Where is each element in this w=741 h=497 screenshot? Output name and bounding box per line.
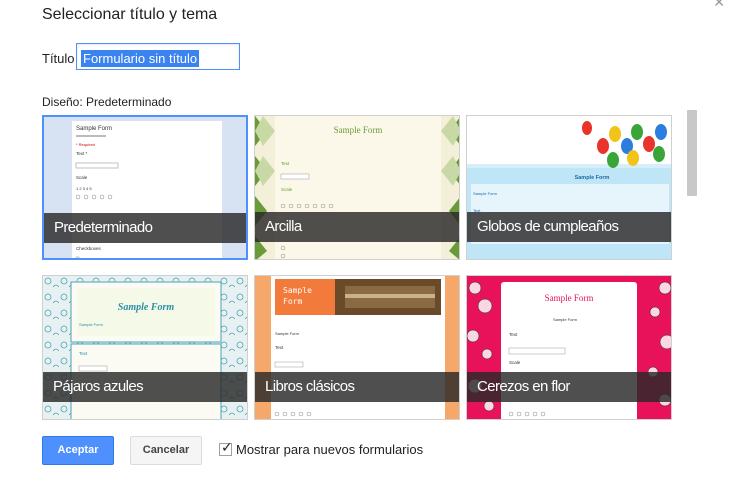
svg-text:Text: Text <box>281 161 290 166</box>
svg-text:Sample Form: Sample Form <box>473 191 498 196</box>
theme-tile-arcilla[interactable]: Sample Form Text Scale Arcilla <box>254 115 460 260</box>
theme-caption: Pájaros azules <box>43 372 247 402</box>
dialog-title: Seleccionar título y tema <box>42 6 218 23</box>
preview-title: Sample Form <box>118 302 175 313</box>
preview-title: Sample Form <box>76 126 112 132</box>
theme-caption: Cerezos en flor <box>467 372 671 402</box>
preview-title: Sample <box>283 286 312 295</box>
cancel-button[interactable]: Cancelar <box>130 436 202 465</box>
title-input-value: Formulario sin título <box>81 50 200 67</box>
theme-tile-cerezos[interactable]: Sample Form Sample Form Text Scale Cerez… <box>466 275 672 420</box>
close-icon[interactable]: ✕ <box>713 0 725 11</box>
show-for-new-forms-label[interactable]: Mostrar para nuevos formularios <box>236 442 423 457</box>
theme-grid-scrollbar[interactable] <box>687 110 697 196</box>
svg-text:* Required: * Required <box>76 142 95 147</box>
svg-text:Scale: Scale <box>281 187 293 192</box>
title-input[interactable]: Formulario sin título <box>76 43 240 70</box>
svg-text:Form: Form <box>283 297 302 306</box>
theme-caption: Predeterminado <box>44 213 246 243</box>
show-for-new-forms-checkbox[interactable]: ✓ <box>219 439 233 456</box>
theme-tile-globos[interactable]: Sample Form Sample Form Text Globos de c… <box>466 115 672 260</box>
theme-caption: Libros clásicos <box>255 372 459 402</box>
svg-text:Sample Form: Sample Form <box>275 331 300 336</box>
svg-text:1 2 3 4 5: 1 2 3 4 5 <box>76 186 92 191</box>
design-label: Diseño: Predeterminado <box>42 95 172 109</box>
accept-button[interactable]: Aceptar <box>42 436 114 465</box>
theme-grid: Sample Form * Required Text * Scale 1 2 … <box>42 115 672 420</box>
preview-title: Sample Form <box>575 175 610 181</box>
preview-title: Sample Form <box>334 125 383 135</box>
svg-text:Sample Form: Sample Form <box>553 317 578 322</box>
theme-tile-libros[interactable]: Sample Form Sample Form Text Libros clás… <box>254 275 460 420</box>
svg-text:Scale: Scale <box>76 175 88 180</box>
preview-title: Sample Form <box>545 293 594 303</box>
title-label: Título <box>42 51 75 66</box>
svg-text:Text: Text <box>79 351 88 356</box>
svg-text:Checkboxes: Checkboxes <box>76 246 102 251</box>
svg-text:Text: Text <box>509 332 518 337</box>
svg-text:Text *: Text * <box>76 151 88 156</box>
theme-tile-predeterminado[interactable]: Sample Form * Required Text * Scale 1 2 … <box>42 115 248 260</box>
theme-caption: Globos de cumpleaños <box>467 212 671 242</box>
theme-tile-pajaros[interactable]: Sample Form Sample Form Text Pájaros azu… <box>42 275 248 420</box>
theme-dialog: ✕ Seleccionar título y tema Título Formu… <box>0 0 741 497</box>
theme-caption: Arcilla <box>255 212 459 242</box>
checkmark-icon: ✓ <box>221 439 233 455</box>
svg-text:Sample Form: Sample Form <box>79 322 104 327</box>
svg-text:Scale: Scale <box>509 360 521 365</box>
svg-text:Text: Text <box>275 345 284 350</box>
